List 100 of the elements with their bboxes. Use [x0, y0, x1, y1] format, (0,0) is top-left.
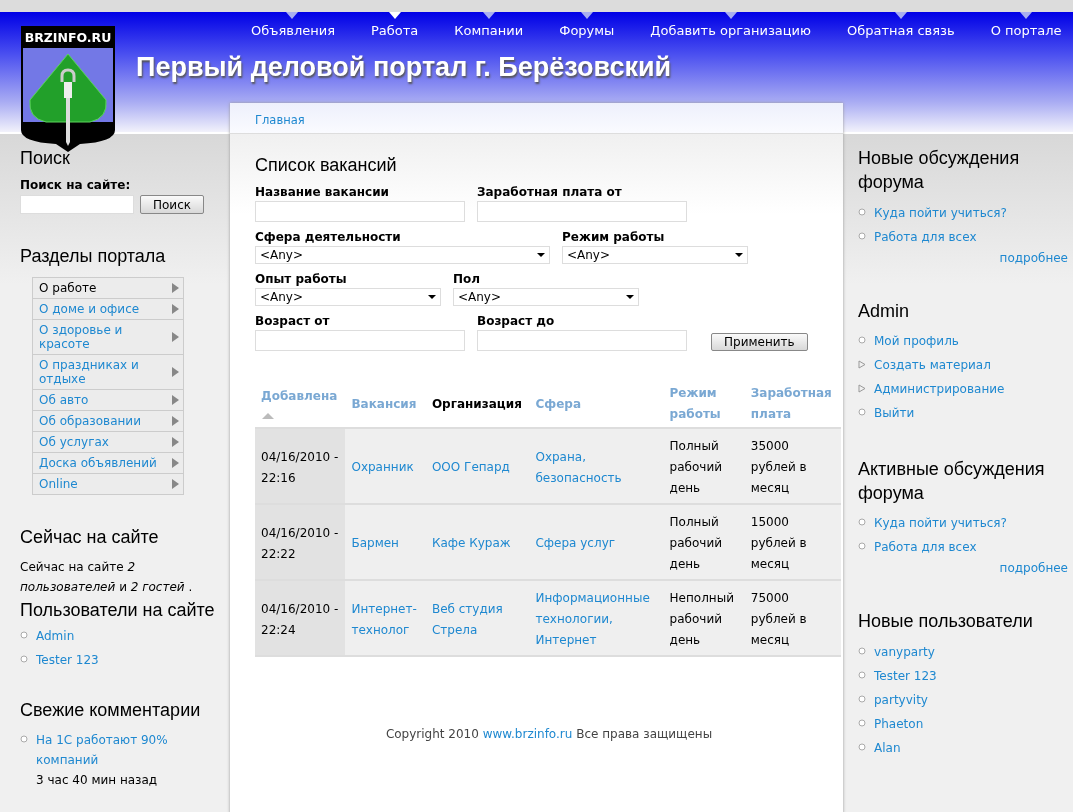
circle-bullet-icon [20, 630, 28, 639]
circle-bullet-icon [858, 231, 866, 240]
dropdown[interactable]: <Any> [453, 288, 639, 307]
field-label: Возраст до [477, 314, 556, 329]
column-header[interactable]: Вакансия [345, 381, 426, 429]
circle-bullet-icon [20, 735, 28, 744]
menu-item[interactable]: Об авто [32, 389, 184, 411]
menu-item[interactable]: Об образовании [32, 410, 184, 432]
dropdown[interactable]: <Any> [255, 288, 441, 307]
circle-bullet-icon [858, 518, 866, 527]
triangle-bullet-icon [858, 383, 866, 393]
search-button[interactable]: Поиск [140, 195, 204, 215]
input-field[interactable] [477, 201, 687, 223]
block-title: Сейчас на сайте [20, 525, 160, 549]
block-title: Свежие комментарии [20, 698, 202, 722]
field-label: Возраст от [255, 314, 331, 329]
logo-text: BRZINFO.RU [24, 30, 112, 45]
column-header[interactable]: Сфера [529, 381, 664, 429]
sidebar-link[interactable]: partyvity [874, 689, 928, 710]
arrow-icon [172, 303, 179, 314]
field-label: Опыт работы [255, 272, 348, 287]
column-header[interactable]: Заработная плата [744, 381, 841, 429]
nav-link[interactable]: О портале [972, 12, 1073, 38]
block-title: Разделы портала [20, 245, 167, 269]
dropdown[interactable]: <Any> [255, 246, 550, 265]
page-title: Список вакансий [255, 154, 398, 177]
sidebar-link[interactable]: Phaeton [874, 713, 924, 734]
arrow-icon [172, 478, 179, 489]
circle-bullet-icon [858, 335, 866, 344]
sidebar-link[interactable]: Alan [874, 737, 901, 758]
caret-icon [537, 253, 545, 258]
table-cell: 35000 рублей в месяц [744, 428, 841, 505]
field-label: Заработная плата от [477, 185, 623, 200]
user-link[interactable]: Admin [36, 625, 75, 646]
sidebar-link[interactable]: vanyparty [874, 641, 935, 662]
field-label: Пол [453, 272, 482, 287]
breadcrumb-link[interactable]: Главная [255, 113, 305, 127]
column-header[interactable]: Режим работы [663, 381, 745, 429]
input-field[interactable] [255, 330, 465, 352]
sidebar-link[interactable]: Работа для всех [874, 226, 977, 247]
search-field[interactable] [20, 195, 134, 215]
nav-link[interactable]: Добавить организацию [632, 12, 829, 38]
input-field[interactable] [255, 201, 465, 223]
more-link[interactable]: подробнее [999, 561, 1068, 576]
site-link[interactable]: www.brzinfo.ru [482, 727, 573, 742]
caret-icon [428, 295, 436, 300]
caret-icon [626, 295, 634, 300]
menu-item[interactable]: О праздниках и отдыхе [32, 354, 184, 390]
menu-item[interactable]: О доме и офисе [32, 298, 184, 320]
arrow-icon [172, 457, 179, 468]
sidebar-link[interactable]: Куда пойти учиться? [874, 513, 1007, 534]
menu-item[interactable]: О здоровье и красоте [32, 319, 184, 355]
comment-link[interactable]: На 1С работают 90% компаний [36, 730, 230, 771]
circle-bullet-icon [858, 694, 866, 703]
block-subtitle: Пользователи на сайте [20, 598, 216, 622]
nav-link[interactable]: Компании [436, 12, 542, 38]
column-header[interactable]: Добавлена [255, 381, 346, 429]
field-label: Название вакансии [255, 185, 390, 200]
menu-item[interactable]: Online [32, 473, 184, 495]
table-cell: 04/16/2010 - 22:16 [255, 428, 346, 505]
field-label: Сфера деятельности [255, 230, 402, 245]
circle-bullet-icon [20, 654, 28, 663]
block-title: Новые обсуждения форума [858, 147, 1021, 195]
triangle-bullet-icon [858, 359, 866, 369]
apply-button[interactable]: Применить [711, 333, 808, 352]
field-label: Поиск на сайте: [20, 178, 132, 193]
more-link[interactable]: подробнее [999, 250, 1068, 265]
block-title: Поиск [20, 147, 71, 170]
circle-bullet-icon [858, 670, 866, 679]
arrow-icon [172, 415, 179, 426]
arrow-icon [172, 436, 179, 447]
sidebar-link[interactable]: Мой профиль [874, 330, 959, 351]
table-cell: Полный рабочий день [663, 504, 745, 581]
table-cell: Полный рабочий день [663, 428, 745, 505]
circle-bullet-icon [858, 542, 866, 551]
copyright-text: Copyright 2010 www.brzinfo.ru Все права защищены [384, 727, 714, 742]
nav-link[interactable]: Работа [353, 12, 437, 38]
sidebar-link[interactable]: Работа для всех [874, 537, 977, 558]
nav-link[interactable]: Объявления [230, 12, 353, 38]
menu-item[interactable]: Об услугах [32, 431, 184, 453]
sidebar-link[interactable]: Куда пойти учиться? [874, 202, 1007, 223]
table-cell: 04/16/2010 - 22:24 [255, 580, 346, 657]
menu-item[interactable]: О работе [32, 277, 184, 299]
column-header[interactable]: Организация [425, 381, 530, 429]
sidebar-link[interactable]: Создать материал [874, 354, 991, 375]
comment-time: 3 час 40 мин назад [36, 772, 159, 790]
circle-bullet-icon [858, 407, 866, 416]
arrow-icon [172, 394, 179, 405]
menu-item[interactable]: Доска объявлений [32, 452, 184, 474]
nav-link[interactable]: Обратная связь [829, 12, 973, 38]
sidebar-link[interactable]: Администрирование [874, 378, 1005, 399]
sidebar-link[interactable]: Выйти [874, 402, 915, 423]
dropdown[interactable]: <Any> [562, 246, 748, 265]
input-field[interactable] [477, 330, 687, 352]
nav-link[interactable]: Форумы [541, 12, 633, 38]
user-link[interactable]: Tester 123 [36, 649, 99, 670]
arrow-icon [172, 282, 179, 293]
caret-icon [735, 253, 743, 258]
sidebar-link[interactable]: Tester 123 [874, 665, 937, 686]
table-cell: 15000 рублей в месяц [744, 504, 841, 581]
